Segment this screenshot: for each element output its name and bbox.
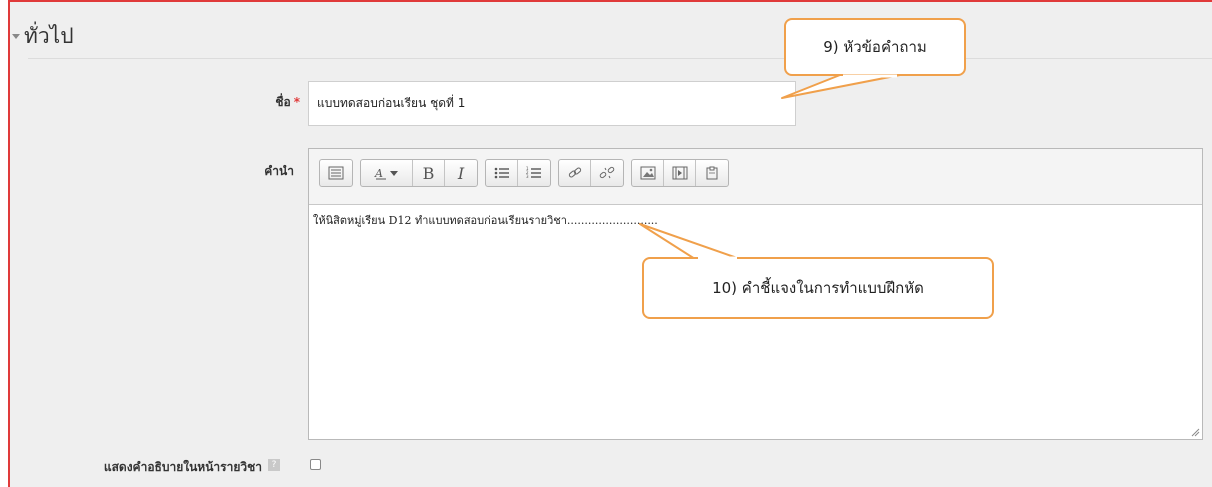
toolbar-toggle-icon[interactable] <box>320 160 352 186</box>
callout-instructions: 10) คำชี้แจงในการทำแบบฝึกหัด <box>642 257 994 319</box>
editor-toolbar: A B I 123 <box>309 149 1202 205</box>
media-icon[interactable] <box>664 160 696 186</box>
toolbar-group-format: A B I <box>360 159 478 187</box>
image-icon[interactable] <box>632 160 664 186</box>
svg-text:A: A <box>374 167 383 180</box>
required-marker: * <box>293 95 300 109</box>
bold-icon[interactable]: B <box>413 160 445 186</box>
name-label-text: ชื่อ <box>275 95 291 109</box>
unlink-icon[interactable] <box>591 160 623 186</box>
toolbar-group-lists: 123 <box>485 159 551 187</box>
svg-text:3: 3 <box>526 174 529 179</box>
help-icon[interactable]: ? <box>268 459 280 471</box>
show-description-label: แสดงคำอธิบายในหน้ารายวิชา <box>103 460 262 474</box>
italic-icon[interactable]: I <box>445 160 477 186</box>
ordered-list-icon[interactable]: 123 <box>518 160 550 186</box>
section-divider <box>28 58 1212 59</box>
callout-question-title: 9) หัวข้อคำถาม <box>784 18 966 76</box>
editor-content[interactable]: ให้นิสิตหมู่เรียน D12 ทำแบบทดสอบก่อนเรีย… <box>309 205 1202 235</box>
manage-files-icon[interactable] <box>696 160 728 186</box>
italic-glyph: I <box>457 163 465 183</box>
collapse-caret-icon[interactable] <box>12 34 20 39</box>
description-label: คำนำ <box>264 164 294 178</box>
show-description-checkbox[interactable] <box>310 459 321 470</box>
section-title: ทั่วไป <box>24 24 74 48</box>
unordered-list-icon[interactable] <box>486 160 518 186</box>
font-color-icon[interactable]: A <box>361 160 413 186</box>
toolbar-group-links <box>558 159 624 187</box>
name-input[interactable]: แบบทดสอบก่อนเรียน ชุดที่ 1 <box>308 81 796 126</box>
link-icon[interactable] <box>559 160 591 186</box>
toolbar-group-toggle <box>319 159 353 187</box>
name-label: ชื่อ * <box>200 93 300 112</box>
bold-glyph: B <box>422 163 435 183</box>
section-header[interactable]: ทั่วไป <box>10 20 74 53</box>
resize-handle-icon[interactable] <box>1190 427 1200 437</box>
toolbar-group-media <box>631 159 729 187</box>
